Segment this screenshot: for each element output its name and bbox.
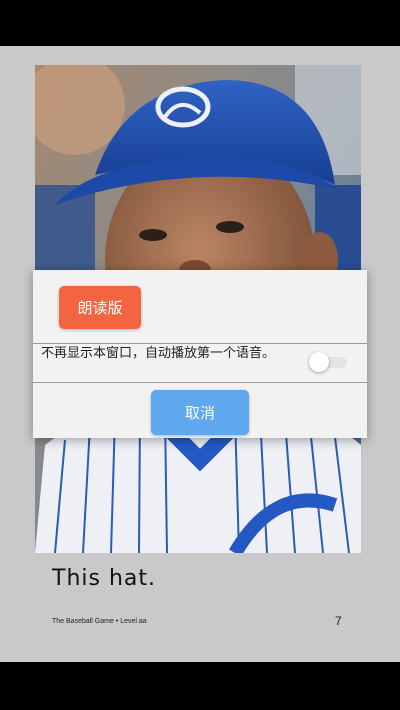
toggle-thumb xyxy=(309,352,329,372)
page-footer-caption: The Baseball Game • Level aa xyxy=(52,618,147,625)
page-text: This hat. xyxy=(52,566,156,591)
auto-play-toggle[interactable] xyxy=(309,352,347,372)
bottom-black-bar xyxy=(0,662,400,710)
auto-play-dialog: 朗读版 不再显示本窗口，自动播放第一个语音。 取消 xyxy=(33,270,367,438)
page-number: 7 xyxy=(335,614,342,628)
cancel-button[interactable]: 取消 xyxy=(151,390,249,435)
dialog-divider-bottom xyxy=(33,382,367,383)
dialog-divider-top xyxy=(33,343,367,344)
top-black-bar xyxy=(0,0,400,46)
read-aloud-version-button[interactable]: 朗读版 xyxy=(59,286,141,329)
dont-show-again-notice: 不再显示本窗口，自动播放第一个语音。 xyxy=(41,346,276,361)
